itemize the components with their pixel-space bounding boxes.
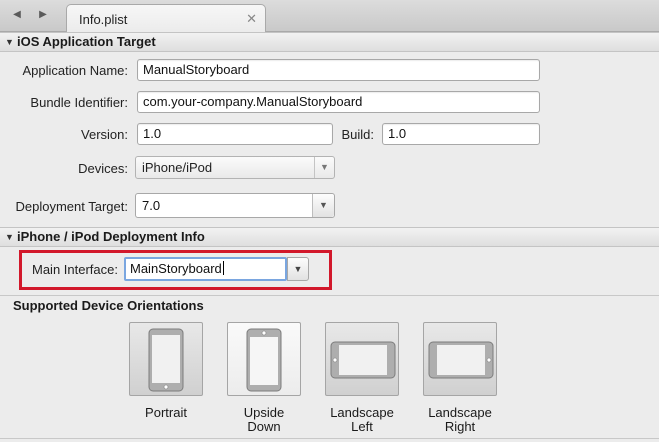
app-name-field[interactable]: ManualStoryboard	[137, 59, 540, 81]
bundle-id-field[interactable]: com.your-company.ManualStoryboard	[137, 91, 540, 113]
orientation-landscape-right-button[interactable]	[423, 322, 497, 396]
label-line: Down	[247, 419, 281, 434]
devices-popup[interactable]: iPhone/iPod ▼	[135, 156, 335, 179]
main-interface-label: Main Interface:	[32, 262, 118, 277]
label-line: Right	[444, 419, 476, 434]
chevron-down-icon[interactable]: ▼	[312, 194, 334, 217]
orientation-landscape-left-button[interactable]	[325, 322, 399, 396]
text-caret	[222, 261, 224, 275]
label-line: Landscape	[428, 405, 492, 420]
section-title: iPhone / iPod Deployment Info	[17, 229, 205, 244]
divider	[0, 295, 659, 296]
disclosure-triangle-icon[interactable]: ▼	[5, 228, 14, 246]
portrait-phone-icon	[148, 328, 184, 392]
label-line: Left	[351, 419, 373, 434]
section-header-deployment-info[interactable]: ▼ iPhone / iPod Deployment Info	[0, 227, 659, 247]
tab-info-plist[interactable]: Info.plist ✕	[66, 4, 266, 33]
main-interface-value: MainStoryboard	[130, 261, 222, 276]
devices-label: Devices:	[78, 161, 128, 176]
build-label: Build:	[341, 127, 374, 142]
landscape-right-phone-icon	[428, 341, 494, 379]
orientation-landscape-left-label: Landscape Left	[325, 406, 399, 434]
disclosure-triangle-icon[interactable]: ▼	[5, 33, 14, 51]
orientation-upside-down-label: Upside Down	[227, 406, 301, 434]
landscape-left-phone-icon	[330, 341, 396, 379]
tab-title: Info.plist	[79, 12, 128, 27]
orientation-portrait-label: Portrait	[129, 406, 203, 420]
orientation-portrait-button[interactable]	[129, 322, 203, 396]
orientations-title: Supported Device Orientations	[13, 298, 204, 313]
build-field[interactable]: 1.0	[382, 123, 540, 145]
deployment-target-value: 7.0	[142, 198, 161, 213]
orientation-upside-down-button[interactable]	[227, 322, 301, 396]
deployment-target-combo[interactable]: 7.0 ▼	[135, 193, 335, 218]
version-field[interactable]: 1.0	[137, 123, 333, 145]
label-line: Landscape	[330, 405, 394, 420]
back-arrow-icon[interactable]: ◀	[10, 7, 24, 23]
section-header-ios-target[interactable]: ▼ iOS Application Target	[0, 32, 659, 52]
close-icon[interactable]: ✕	[246, 11, 257, 27]
divider	[0, 438, 659, 439]
app-name-label: Application Name:	[22, 63, 129, 78]
main-interface-input[interactable]: MainStoryboard	[124, 257, 287, 281]
tab-bar: ◀ ▶ Info.plist ✕	[0, 0, 659, 33]
bundle-id-label: Bundle Identifier:	[30, 95, 128, 110]
chevron-down-icon: ▼	[314, 157, 334, 178]
chevron-down-icon[interactable]: ▼	[287, 257, 309, 281]
label-line: Portrait	[145, 405, 187, 420]
deployment-target-label: Deployment Target:	[15, 199, 129, 214]
upside-down-phone-icon	[246, 328, 282, 392]
section-title: iOS Application Target	[17, 34, 156, 49]
forward-arrow-icon[interactable]: ▶	[36, 7, 50, 23]
label-line: Upside	[243, 405, 285, 420]
devices-value: iPhone/iPod	[142, 160, 213, 175]
version-label: Version:	[81, 127, 128, 142]
orientation-landscape-right-label: Landscape Right	[423, 406, 497, 434]
